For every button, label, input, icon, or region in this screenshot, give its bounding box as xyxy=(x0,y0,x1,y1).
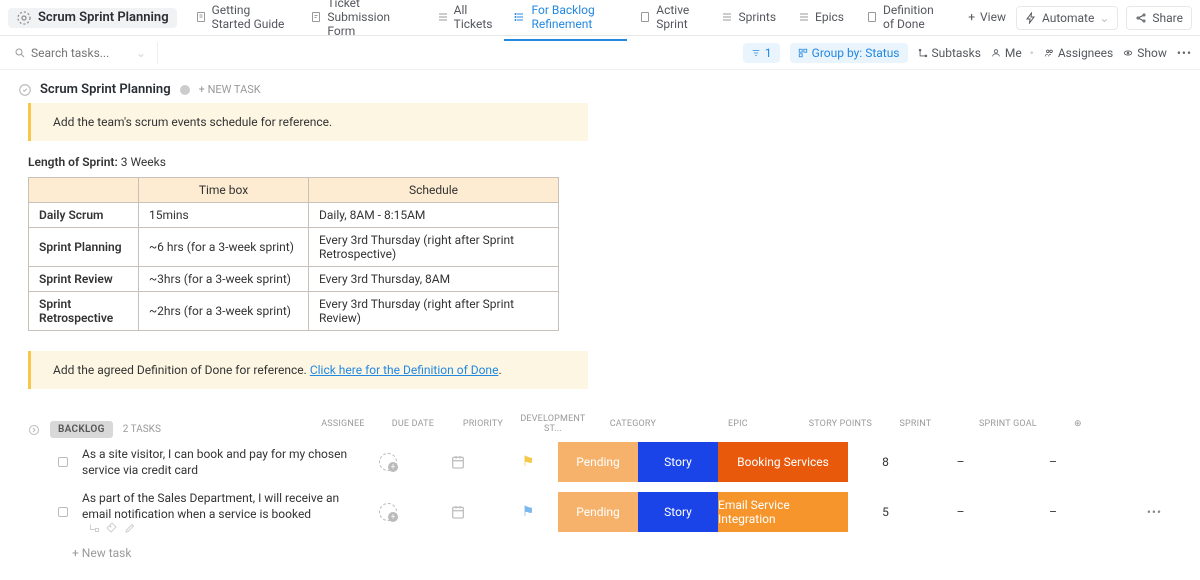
priority-flag-icon[interactable]: ⚑ xyxy=(522,504,535,520)
show-button[interactable]: Show xyxy=(1123,46,1167,60)
subtask-icon[interactable] xyxy=(88,522,100,534)
tab-getting-started[interactable]: Getting Started Guide xyxy=(185,0,299,41)
list-icon xyxy=(437,11,449,23)
share-icon xyxy=(1135,12,1147,24)
chevron-down-icon: ⌄ xyxy=(1099,11,1109,25)
form-icon xyxy=(310,11,322,23)
tab-backlog-refinement[interactable]: For Backlog Refinement xyxy=(504,0,627,41)
doc-icon xyxy=(195,11,207,23)
bolt-icon xyxy=(1025,12,1037,24)
tab-epics[interactable]: Epics xyxy=(788,2,854,34)
info-icon[interactable] xyxy=(179,84,191,96)
sprint-cell[interactable]: – xyxy=(923,455,998,469)
search-input[interactable]: ⌄ xyxy=(8,42,158,64)
col-sprint[interactable]: SPRINT xyxy=(878,419,953,429)
new-task-button[interactable]: + New task xyxy=(18,538,1182,568)
assign-user-button[interactable] xyxy=(379,453,397,471)
col-priority[interactable]: PRIORITY xyxy=(453,419,513,429)
task-row[interactable]: As part of the Sales Department, I will … xyxy=(18,486,1182,538)
story-points[interactable]: 8 xyxy=(848,455,923,469)
group-icon xyxy=(798,48,808,58)
schedule-table: Time boxSchedule Daily Scrum15minsDaily,… xyxy=(28,177,559,331)
chevron-down-icon[interactable]: ⌄ xyxy=(136,46,146,60)
story-points[interactable]: 5 xyxy=(848,505,923,519)
eye-icon xyxy=(1123,48,1133,58)
col-epic[interactable]: EPIC xyxy=(673,419,803,429)
calendar-icon[interactable] xyxy=(450,504,466,520)
title-text: Scrum Sprint Planning xyxy=(38,10,169,25)
tab-ticket-form[interactable]: Ticket Submission Form xyxy=(300,0,424,48)
callout-schedule: Add the team's scrum events schedule for… xyxy=(28,103,588,141)
list-icon xyxy=(798,11,810,23)
epic-tag[interactable]: Booking Services xyxy=(718,442,848,482)
task-count: 2 TASKS xyxy=(123,424,161,435)
collapse-icon[interactable] xyxy=(28,424,40,436)
sprint-goal-cell[interactable]: – xyxy=(998,505,1108,519)
tab-active-sprint[interactable]: Active Sprint xyxy=(629,0,709,41)
callout-dod: Add the agreed Definition of Done for re… xyxy=(28,351,588,389)
dev-status-tag[interactable]: Pending xyxy=(558,442,638,482)
category-tag[interactable]: Story xyxy=(638,442,718,482)
sprint-icon xyxy=(16,10,32,26)
tab-sprints[interactable]: Sprints xyxy=(711,2,786,34)
subtasks-button[interactable]: Subtasks xyxy=(918,46,981,60)
add-view-button[interactable]: +View xyxy=(958,2,1016,34)
list-icon xyxy=(514,11,526,23)
col-dev-status[interactable]: DEVELOPMENT ST... xyxy=(513,414,593,434)
group-by-button[interactable]: Group by: Status xyxy=(790,43,908,63)
dod-link[interactable]: Click here for the Definition of Done xyxy=(310,363,499,377)
dev-status-tag[interactable]: Pending xyxy=(558,492,638,532)
doc-icon xyxy=(866,11,878,23)
calendar-icon[interactable] xyxy=(450,454,466,470)
workspace-title[interactable]: Scrum Sprint Planning xyxy=(8,8,177,28)
tab-all-tickets[interactable]: All Tickets xyxy=(427,0,503,41)
priority-flag-icon[interactable]: ⚑ xyxy=(522,454,535,470)
sprint-cell[interactable]: – xyxy=(923,505,998,519)
task-name[interactable]: As a site visitor, I can book and pay fo… xyxy=(82,446,358,478)
filter-count[interactable]: 1 xyxy=(743,43,780,63)
assign-user-button[interactable] xyxy=(379,503,397,521)
collapse-icon[interactable] xyxy=(18,83,32,97)
search-icon xyxy=(14,47,26,59)
add-column-button[interactable]: ⊕ xyxy=(1063,419,1093,429)
sprint-icon xyxy=(639,11,651,23)
backlog-status-pill[interactable]: BACKLOG xyxy=(50,421,113,438)
col-assignee[interactable]: ASSIGNEE xyxy=(313,419,373,429)
filter-icon xyxy=(751,48,761,58)
task-row[interactable]: As a site visitor, I can book and pay fo… xyxy=(18,438,1182,486)
edit-icon[interactable] xyxy=(124,522,136,534)
col-due-date[interactable]: DUE DATE xyxy=(373,419,453,429)
col-category[interactable]: CATEGORY xyxy=(593,419,673,429)
search-field[interactable] xyxy=(31,46,131,60)
category-tag[interactable]: Story xyxy=(638,492,718,532)
user-icon xyxy=(991,48,1001,58)
col-sprint-goal[interactable]: SPRINT GOAL xyxy=(953,419,1063,429)
list-icon xyxy=(721,11,733,23)
sprint-goal-cell[interactable]: – xyxy=(998,455,1108,469)
automate-button[interactable]: Automate⌄ xyxy=(1016,6,1118,30)
me-button[interactable]: Me• xyxy=(991,46,1034,60)
sprint-length: Length of Sprint: 3 Weeks xyxy=(28,155,1182,169)
row-more-icon[interactable]: ••• xyxy=(1147,505,1162,519)
status-checkbox[interactable] xyxy=(58,457,68,467)
tag-icon[interactable] xyxy=(106,522,118,534)
status-checkbox[interactable] xyxy=(58,507,68,517)
col-story-points[interactable]: STORY POINTS xyxy=(803,419,878,429)
assignees-button[interactable]: Assignees xyxy=(1044,46,1113,60)
task-name[interactable]: As part of the Sales Department, I will … xyxy=(82,490,358,534)
tab-definition-of-done[interactable]: Definition of Done xyxy=(856,0,956,41)
subtask-icon xyxy=(918,48,928,58)
section-title: Scrum Sprint Planning xyxy=(40,82,171,97)
share-button[interactable]: Share xyxy=(1126,6,1192,30)
users-icon xyxy=(1044,48,1054,58)
more-icon[interactable]: ••• xyxy=(1177,46,1192,60)
new-task-inline[interactable]: + NEW TASK xyxy=(199,83,261,96)
epic-tag[interactable]: Email Service Integration xyxy=(718,492,848,532)
